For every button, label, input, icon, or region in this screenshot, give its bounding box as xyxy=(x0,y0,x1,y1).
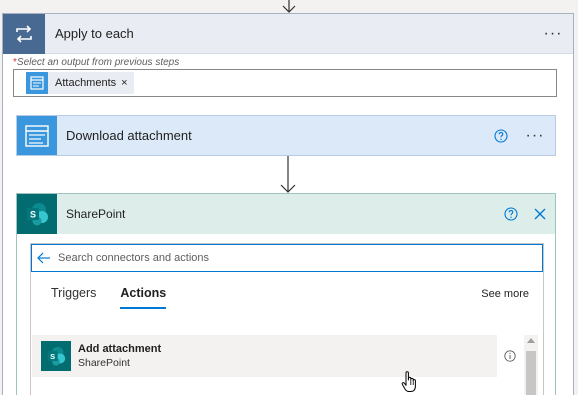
apply-to-each-title[interactable]: Apply to each xyxy=(55,26,533,41)
search-box[interactable] xyxy=(31,244,543,272)
back-arrow-icon[interactable] xyxy=(32,252,56,264)
attachments-token[interactable]: Attachments × xyxy=(26,72,134,94)
office-connector-icon xyxy=(17,116,57,155)
scroll-up-arrow-icon[interactable] xyxy=(527,338,535,343)
loop-icon xyxy=(3,13,45,54)
sharepoint-action-card: S SharePoint Search connectors and actio… xyxy=(16,193,556,395)
attachment-connector-icon xyxy=(26,72,48,94)
hand-cursor-icon xyxy=(401,371,416,392)
down-arrow-icon xyxy=(280,156,296,193)
select-output-label: *Select an output from previous steps xyxy=(13,57,179,68)
token-label: Attachments xyxy=(55,77,117,89)
result-text: Add attachment SharePoint xyxy=(78,342,161,370)
operation-picker: Triggers Actions See more S Add attachme… xyxy=(30,243,544,395)
sharepoint-icon-letter: S xyxy=(30,210,36,220)
select-output-field[interactable]: Attachments × xyxy=(13,69,557,97)
sharepoint-icon: S xyxy=(41,341,71,371)
apply-to-each-header[interactable]: Apply to each ··· xyxy=(3,13,573,54)
help-icon[interactable] xyxy=(497,207,525,221)
picker-tabs: Triggers Actions xyxy=(51,286,190,309)
see-more-link[interactable]: See more xyxy=(481,288,529,300)
token-remove-button[interactable]: × xyxy=(121,77,127,89)
info-icon[interactable] xyxy=(504,350,516,362)
sharepoint-icon: S xyxy=(17,194,57,234)
result-subtitle: SharePoint xyxy=(78,357,130,369)
scroll-thumb[interactable] xyxy=(526,351,536,395)
sharepoint-icon-letter: S xyxy=(50,352,55,361)
download-attachment-title[interactable]: Download attachment xyxy=(66,128,487,143)
search-input[interactable] xyxy=(58,252,542,264)
result-title: Add attachment xyxy=(78,343,162,355)
close-icon[interactable] xyxy=(525,208,555,220)
tab-actions[interactable]: Actions xyxy=(120,286,167,309)
help-icon[interactable] xyxy=(487,128,515,143)
sharepoint-header[interactable]: S SharePoint xyxy=(17,194,555,234)
results-scrollbar[interactable] xyxy=(524,335,538,395)
download-more-menu-button[interactable]: ··· xyxy=(515,127,555,145)
download-attachment-card[interactable]: Download attachment ··· xyxy=(16,115,556,156)
action-result-item[interactable]: S Add attachment SharePoint xyxy=(32,335,497,377)
sharepoint-title[interactable]: SharePoint xyxy=(66,207,497,221)
down-arrow-icon xyxy=(282,0,296,13)
select-output-label-text: Select an output from previous steps xyxy=(16,57,180,68)
apply-more-menu-button[interactable]: ··· xyxy=(533,25,573,43)
tab-triggers[interactable]: Triggers xyxy=(51,286,96,309)
